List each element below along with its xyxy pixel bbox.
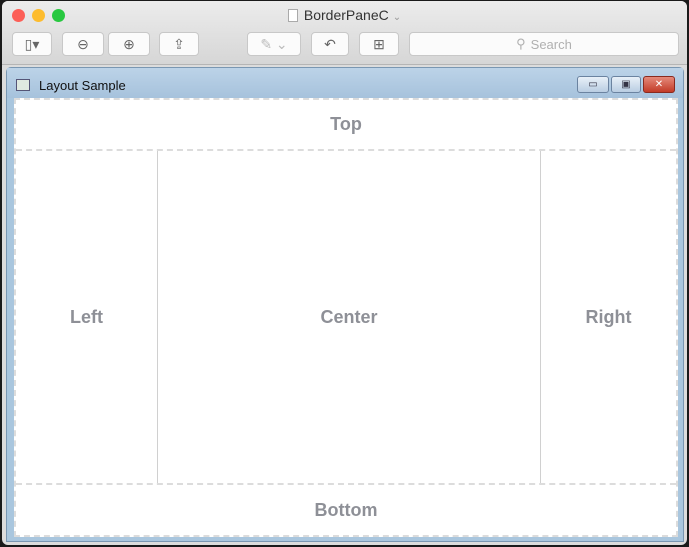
toolbox-button[interactable]: ⊞	[359, 32, 399, 56]
sidebar-toggle-button[interactable]: ▯▾	[12, 32, 52, 56]
share-icon: ⇪	[173, 35, 185, 52]
left-region: Left	[16, 151, 158, 483]
app-close-button[interactable]: ✕	[643, 76, 675, 93]
bottom-region: Bottom	[16, 483, 676, 535]
zoom-out-button[interactable]: ⊖	[62, 32, 104, 56]
minimize-icon: ▭	[588, 79, 598, 90]
share-button[interactable]: ⇪	[159, 32, 199, 56]
zoom-in-icon: ⊕	[123, 35, 135, 52]
close-icon: ✕	[654, 79, 664, 90]
title-bar: BorderPaneC ⌄ ▯▾ ⊖ ⊕ ⇪ ✎ ⌄ ↶ ⊞ ⚲ Search	[2, 1, 687, 65]
preview-window: BorderPaneC ⌄ ▯▾ ⊖ ⊕ ⇪ ✎ ⌄ ↶ ⊞ ⚲ Search La…	[2, 1, 687, 545]
app-title: Layout Sample	[39, 78, 126, 93]
window-title[interactable]: BorderPaneC ⌄	[2, 7, 687, 23]
top-region: Top	[16, 100, 676, 151]
rotate-icon: ↶	[324, 35, 336, 52]
chevron-down-icon: ⌄	[392, 12, 402, 23]
sidebar-icon: ▯▾	[24, 35, 40, 52]
layout-sample-window: Layout Sample ▭ ▣ ✕ Top Left Center Righ…	[6, 67, 684, 542]
markup-button[interactable]: ✎ ⌄	[247, 32, 301, 56]
search-icon: ⚲	[516, 36, 526, 51]
zoom-in-button[interactable]: ⊕	[108, 32, 150, 56]
maximize-icon: ▣	[621, 79, 631, 90]
search-placeholder: Search	[530, 36, 572, 52]
zoom-out-icon: ⊖	[77, 35, 89, 52]
border-pane: Top Left Center Right Bottom	[14, 98, 678, 537]
window-title-text: BorderPaneC	[303, 7, 389, 23]
app-icon	[16, 79, 30, 91]
pen-icon: ✎ ⌄	[260, 35, 288, 52]
app-maximize-button[interactable]: ▣	[611, 76, 641, 93]
rotate-button[interactable]: ↶	[311, 32, 349, 56]
toolbox-icon: ⊞	[373, 35, 385, 52]
search-input[interactable]: ⚲ Search	[409, 32, 679, 56]
document-icon	[287, 9, 298, 22]
app-minimize-button[interactable]: ▭	[577, 76, 609, 93]
right-region: Right	[540, 151, 676, 483]
center-region: Center	[320, 306, 378, 327]
app-title-bar: Layout Sample ▭ ▣ ✕	[7, 68, 683, 98]
